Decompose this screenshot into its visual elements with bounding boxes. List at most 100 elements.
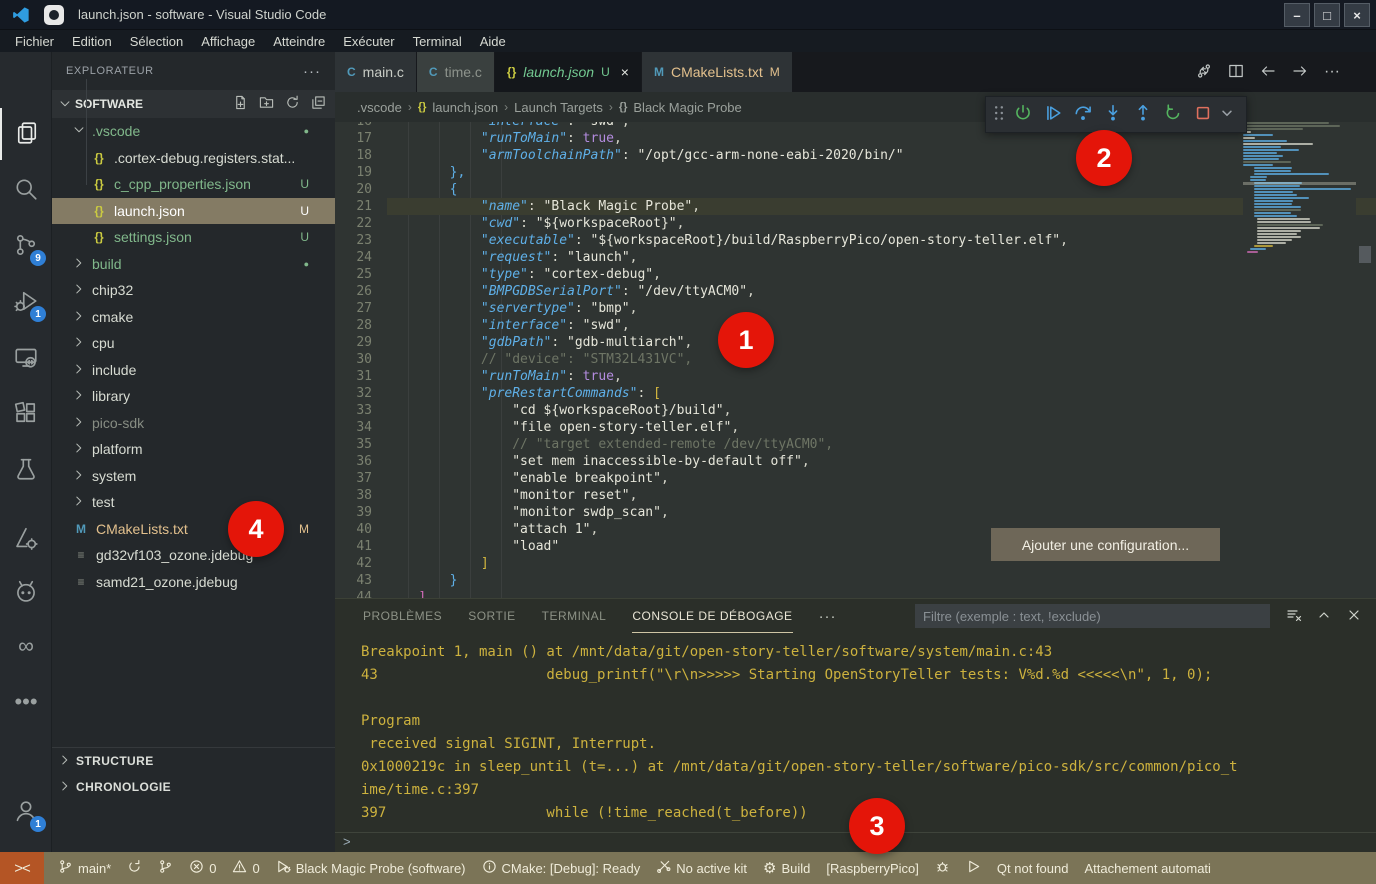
status-cmake-build[interactable]: ⚙Build — [755, 852, 818, 884]
close-button[interactable]: × — [1344, 3, 1370, 27]
status-gitlens-branch[interactable] — [150, 852, 181, 884]
tree-item[interactable]: cmake — [52, 304, 335, 331]
sidebar-section-chronologie[interactable]: CHRONOLOGIE — [52, 774, 335, 800]
activity-cmake[interactable] — [0, 513, 52, 565]
new-folder-icon[interactable] — [259, 95, 277, 113]
tree-item[interactable]: cpu — [52, 330, 335, 357]
panel-tab-terminal[interactable]: TERMINAL — [542, 599, 607, 633]
minimap[interactable] — [1243, 122, 1356, 598]
status-cmake-status[interactable]: CMake: [Debug]: Ready — [474, 852, 649, 884]
status-qt-status[interactable]: Qt not found — [989, 852, 1077, 884]
activity-more-views[interactable]: ••• — [0, 676, 52, 728]
menu-item-affichage[interactable]: Affichage — [192, 34, 264, 49]
breadcrumb-item[interactable]: Launch Targets — [514, 100, 603, 115]
maximize-panel-icon[interactable] — [1316, 607, 1332, 626]
panel-tab-probl-mes[interactable]: PROBLÈMES — [363, 599, 442, 633]
activity-testing[interactable] — [0, 444, 52, 496]
status-sync-status[interactable] — [119, 852, 150, 884]
activity-platformio[interactable] — [0, 566, 52, 618]
stop-button[interactable] — [1190, 101, 1216, 129]
status-errors-count[interactable]: 0 — [181, 852, 224, 884]
status-debug-target-icon[interactable] — [927, 852, 958, 884]
clear-filter-icon[interactable] — [1286, 607, 1302, 626]
go-forward-icon[interactable] — [1292, 63, 1308, 82]
tab-CMakeLists.txt[interactable]: MCMakeLists.txtM — [642, 52, 793, 92]
tree-item[interactable]: chip32 — [52, 277, 335, 304]
tree-item[interactable]: test — [52, 489, 335, 516]
status-warnings-count[interactable]: 0 — [224, 852, 267, 884]
tree-item[interactable]: {}c_cpp_properties.jsonU — [52, 171, 335, 198]
activity-explorer[interactable] — [0, 108, 52, 160]
tree-item[interactable]: library — [52, 383, 335, 410]
activity-search[interactable] — [0, 164, 52, 216]
panel-tab-sortie[interactable]: SORTIE — [468, 599, 515, 633]
menu-item-edition[interactable]: Edition — [63, 34, 121, 49]
close-panel-icon[interactable] — [1346, 607, 1362, 626]
restart-button[interactable] — [1160, 101, 1186, 129]
activity-source-control[interactable]: 9 — [0, 220, 52, 272]
menu-item-aide[interactable]: Aide — [471, 34, 515, 49]
status-debug-configuration[interactable]: Black Magic Probe (software) — [268, 852, 474, 884]
close-tab-icon[interactable]: × — [621, 64, 629, 80]
tree-item[interactable]: {}.cortex-debug.registers.stat... — [52, 145, 335, 172]
panel-more-icon[interactable]: ··· — [819, 608, 837, 625]
activity-visual-studio[interactable]: ∞ — [0, 620, 52, 672]
step-out-button[interactable] — [1130, 101, 1156, 129]
menu-item-exécuter[interactable]: Exécuter — [334, 34, 403, 49]
editor-scrollbar-thumb[interactable] — [1359, 246, 1371, 263]
status-cmake-variant[interactable]: [RaspberryPico] — [818, 852, 926, 884]
step-over-button[interactable] — [1070, 101, 1096, 129]
tree-item[interactable]: MCMakeLists.txtM — [52, 516, 335, 543]
tree-item[interactable]: system — [52, 463, 335, 490]
power-button[interactable] — [1010, 101, 1036, 129]
tree-item[interactable]: pico-sdk — [52, 410, 335, 437]
collapse-all-icon[interactable] — [311, 95, 329, 113]
tree-item[interactable]: platform — [52, 436, 335, 463]
breadcrumb-item[interactable]: launch.json — [432, 100, 498, 115]
status-cmake-kit[interactable]: No active kit — [648, 852, 755, 884]
tab-time.c[interactable]: Ctime.c — [417, 52, 495, 92]
status-auto-attach[interactable]: Attachement automati — [1076, 852, 1218, 884]
status-launch-target-icon[interactable] — [958, 852, 989, 884]
go-back-icon[interactable] — [1260, 63, 1276, 82]
tree-item[interactable]: include — [52, 357, 335, 384]
maximize-button[interactable]: □ — [1314, 3, 1340, 27]
code-editor[interactable]: 16 "interface": "swd",17 "runToMain": tr… — [335, 122, 1376, 598]
stop-dropdown-chevron[interactable] — [1220, 101, 1234, 129]
split-editor-icon[interactable] — [1228, 63, 1244, 82]
debug-console-output[interactable]: Breakpoint 1, main () at /mnt/data/git/o… — [361, 641, 1361, 825]
tab-main.c[interactable]: Cmain.c — [335, 52, 417, 92]
more-actions-icon[interactable]: ··· — [1324, 63, 1340, 81]
step-into-button[interactable] — [1100, 101, 1126, 129]
activity-account[interactable]: 1 — [0, 786, 52, 838]
add-configuration-button[interactable]: Ajouter une configuration... — [991, 528, 1220, 561]
tree-item[interactable]: {}launch.jsonU — [52, 198, 335, 225]
breadcrumb-item[interactable]: Black Magic Probe — [633, 100, 741, 115]
menu-item-sélection[interactable]: Sélection — [121, 34, 192, 49]
refresh-icon[interactable] — [285, 95, 303, 113]
menu-item-atteindre[interactable]: Atteindre — [264, 34, 334, 49]
tree-item[interactable]: build● — [52, 251, 335, 278]
activity-remote-explorer[interactable] — [0, 332, 52, 384]
panel-tab-console-de-d-bogage[interactable]: CONSOLE DE DÉBOGAGE — [632, 599, 792, 633]
tree-item[interactable]: ≡gd32vf103_ozone.jdebug — [52, 542, 335, 569]
debug-console-filter-input[interactable] — [915, 604, 1270, 628]
open-changes-icon[interactable] — [1196, 63, 1212, 82]
menu-item-terminal[interactable]: Terminal — [404, 34, 471, 49]
sidebar-section-structure[interactable]: STRUCTURE — [52, 748, 335, 774]
minimize-button[interactable]: – — [1284, 3, 1310, 27]
activity-run-debug[interactable]: 1 — [0, 276, 52, 328]
new-file-icon[interactable] — [233, 95, 251, 113]
continue-button[interactable] — [1040, 101, 1066, 129]
status-git-branch[interactable]: main* — [50, 852, 119, 884]
drag-handle[interactable] — [992, 101, 1006, 129]
tree-item[interactable]: {}settings.jsonU — [52, 224, 335, 251]
activity-extensions[interactable] — [0, 388, 52, 440]
tree-item[interactable]: ≡samd21_ozone.jdebug — [52, 569, 335, 596]
menu-item-fichier[interactable]: Fichier — [6, 34, 63, 49]
workspace-section-header[interactable]: SOFTWARE — [52, 90, 335, 118]
tree-item[interactable]: .vscode● — [52, 118, 335, 145]
breadcrumb-item[interactable]: .vscode — [357, 100, 402, 115]
tab-launch.json[interactable]: {}launch.jsonU× — [495, 52, 642, 92]
sidebar-more-icon[interactable]: ··· — [303, 63, 321, 80]
